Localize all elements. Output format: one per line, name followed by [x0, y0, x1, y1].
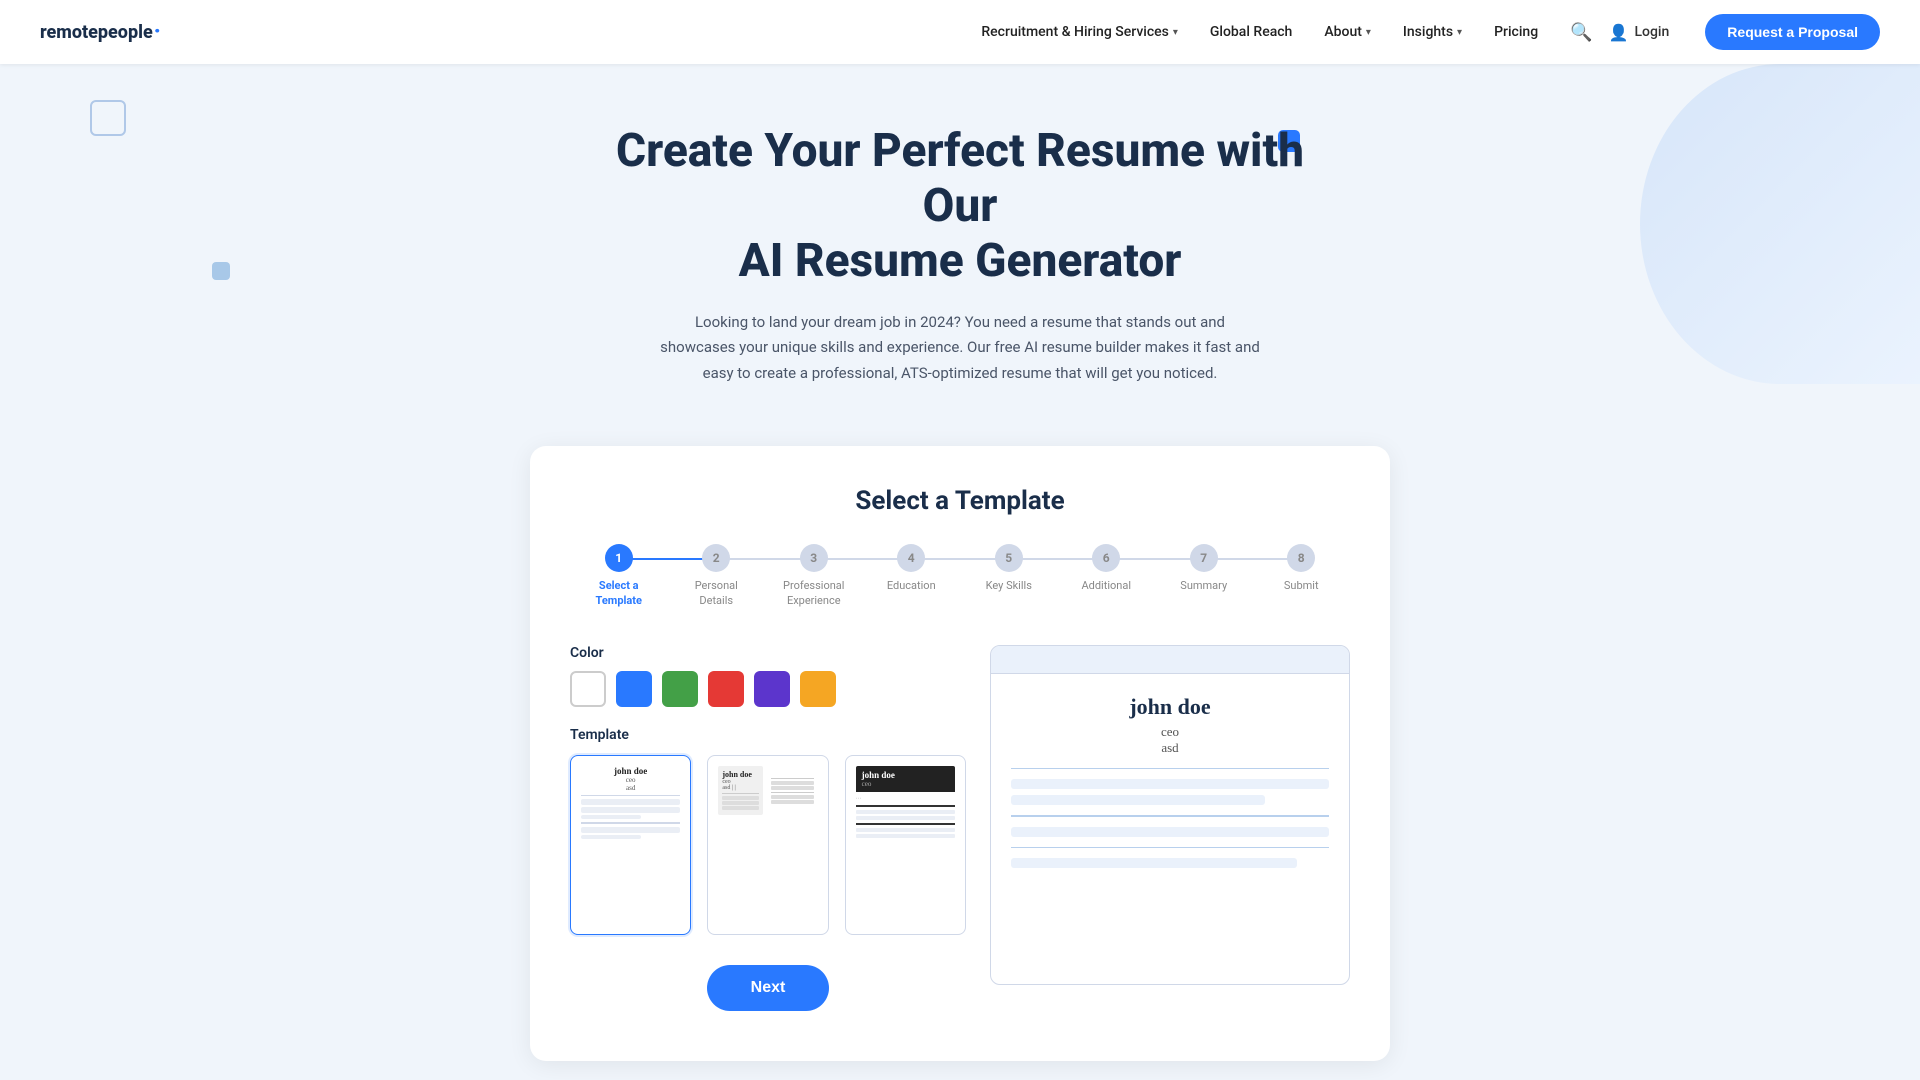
color-swatch-orange[interactable] — [800, 671, 836, 707]
color-swatches — [570, 671, 966, 707]
step-circle-4: 4 — [897, 544, 925, 572]
step-circle-8: 8 — [1287, 544, 1315, 572]
template-card: Select a Template 1 Select aTemplate 2 P… — [530, 446, 1390, 1061]
preview-panel: john doe ceo asd — [990, 645, 1350, 985]
preview-block-3 — [1011, 827, 1329, 837]
hero-title: Create Your Perfect Resume with Our AI R… — [610, 124, 1310, 290]
step-1[interactable]: 1 Select aTemplate — [570, 544, 668, 609]
card-title: Select a Template — [570, 486, 1350, 516]
user-icon: 👤 — [1609, 23, 1629, 42]
step-4[interactable]: 4 Education — [863, 544, 961, 593]
step-2[interactable]: 2 PersonalDetails — [668, 544, 766, 609]
step-circle-5: 5 — [995, 544, 1023, 572]
stepper: 1 Select aTemplate 2 PersonalDetails 3 P… — [570, 544, 1350, 609]
preview-name: john doe — [1011, 694, 1329, 720]
step-circle-6: 6 — [1092, 544, 1120, 572]
color-swatch-white[interactable] — [570, 671, 606, 707]
step-label-5: Key Skills — [986, 578, 1032, 593]
step-circle-1: 1 — [605, 544, 633, 572]
preview-header-bar — [991, 646, 1349, 674]
chevron-down-icon: ▾ — [1366, 27, 1371, 38]
color-swatch-green[interactable] — [662, 671, 698, 707]
preview-block-2 — [1011, 795, 1265, 805]
hero-description: Looking to land your dream job in 2024? … — [660, 310, 1260, 387]
step-7[interactable]: 7 Summary — [1155, 544, 1253, 593]
nav-insights[interactable]: Insights ▾ — [1403, 24, 1462, 40]
next-button[interactable]: Next — [707, 965, 830, 1011]
color-swatch-blue[interactable] — [616, 671, 652, 707]
nav-icons: 🔍 👤 Login Request a Proposal — [1570, 14, 1880, 50]
template-grid: john doe ceo asd — [570, 755, 966, 935]
logo-people: people — [98, 22, 153, 43]
preview-body: john doe ceo asd — [991, 674, 1349, 984]
template-card-3[interactable]: john doe ceo ··· — [845, 755, 966, 935]
next-button-wrap: Next — [570, 965, 966, 1011]
preview-divider-3 — [1011, 847, 1329, 849]
template-card-2[interactable]: john doe ceo asd | | — [707, 755, 828, 935]
template-preview-3: john doe ceo ··· — [856, 766, 955, 844]
logo-remote: remote — [40, 22, 98, 43]
main-layout: Color Template john doe ceo asd — [570, 645, 1350, 1011]
request-proposal-button[interactable]: Request a Proposal — [1705, 14, 1880, 50]
chevron-down-icon: ▾ — [1173, 27, 1178, 38]
template-card-1[interactable]: john doe ceo asd — [570, 755, 691, 935]
color-swatch-purple[interactable] — [754, 671, 790, 707]
preview-divider-1 — [1011, 768, 1329, 770]
step-6[interactable]: 6 Additional — [1058, 544, 1156, 593]
navbar: remote people · Recruitment & Hiring Ser… — [0, 0, 1920, 64]
color-swatch-red[interactable] — [708, 671, 744, 707]
step-label-3: ProfessionalExperience — [783, 578, 844, 609]
left-panel: Color Template john doe ceo asd — [570, 645, 966, 1011]
step-3[interactable]: 3 ProfessionalExperience — [765, 544, 863, 609]
preview-block-1 — [1011, 779, 1329, 789]
nav-recruitment[interactable]: Recruitment & Hiring Services ▾ — [981, 24, 1178, 40]
right-panel: john doe ceo asd — [990, 645, 1350, 985]
preview-divider-2 — [1011, 815, 1329, 817]
step-label-2: PersonalDetails — [695, 578, 738, 609]
step-8[interactable]: 8 Submit — [1253, 544, 1351, 593]
step-circle-7: 7 — [1190, 544, 1218, 572]
template-preview-1: john doe ceo asd — [581, 766, 680, 841]
step-label-1: Select aTemplate — [596, 578, 642, 609]
template-label: Template — [570, 727, 966, 743]
preview-subtitle: asd — [1011, 740, 1329, 756]
step-label-8: Submit — [1284, 578, 1319, 593]
preview-job-title: ceo — [1011, 724, 1329, 740]
step-label-4: Education — [887, 578, 936, 593]
step-circle-3: 3 — [800, 544, 828, 572]
step-circle-2: 2 — [702, 544, 730, 572]
step-label-6: Additional — [1081, 578, 1131, 593]
search-icon[interactable]: 🔍 — [1570, 22, 1592, 43]
nav-pricing[interactable]: Pricing — [1494, 24, 1538, 40]
nav-about[interactable]: About ▾ — [1324, 24, 1371, 40]
preview-block-4 — [1011, 858, 1297, 868]
logo-dot: · — [154, 21, 161, 43]
color-label: Color — [570, 645, 966, 661]
logo[interactable]: remote people · — [40, 21, 161, 43]
step-label-7: Summary — [1180, 578, 1227, 593]
nav-global-reach[interactable]: Global Reach — [1210, 24, 1292, 40]
template-preview-2: john doe ceo asd | | — [718, 766, 817, 815]
login-button[interactable]: 👤 Login — [1609, 23, 1670, 42]
nav-links: Recruitment & Hiring Services ▾ Global R… — [981, 24, 1538, 40]
chevron-down-icon: ▾ — [1457, 27, 1462, 38]
hero-section: Create Your Perfect Resume with Our AI R… — [0, 64, 1920, 416]
step-5[interactable]: 5 Key Skills — [960, 544, 1058, 593]
